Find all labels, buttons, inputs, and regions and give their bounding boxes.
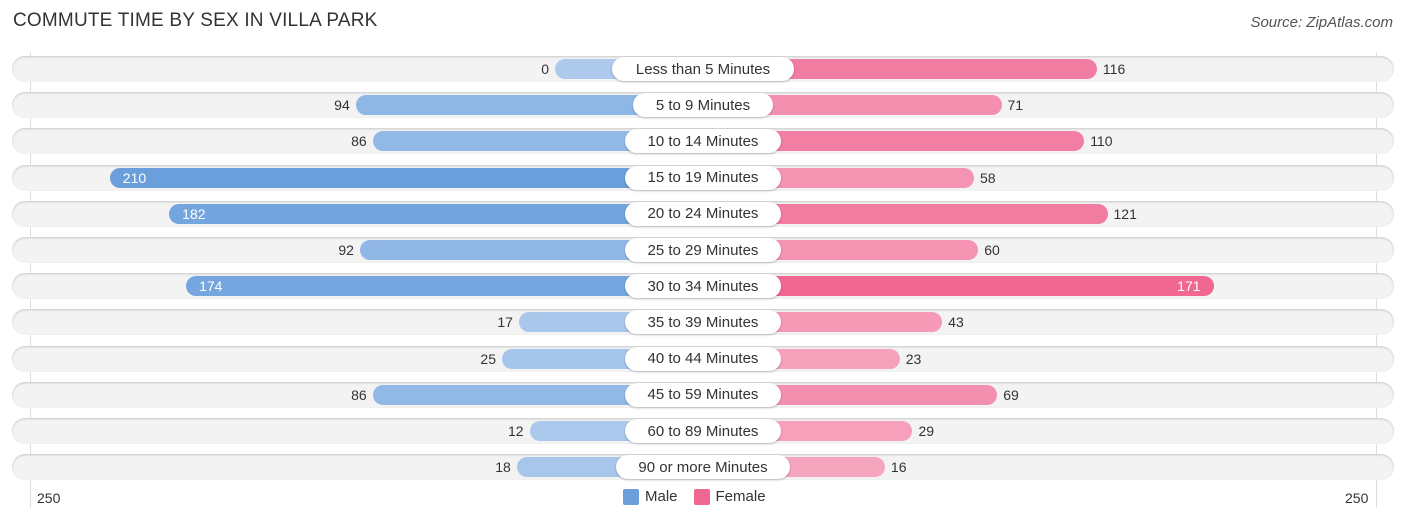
value-label-female: 16 [890, 459, 907, 476]
value-label-female: 60 [984, 242, 1000, 258]
value-label-male: 86 [351, 386, 367, 403]
legend-swatch-female [693, 488, 710, 505]
value-label-male: 17 [497, 314, 513, 331]
category-label: 90 or more Minutes [616, 455, 790, 480]
value-label-female: 110 [1090, 133, 1113, 150]
value-label-male: 86 [351, 133, 367, 150]
category-label: 10 to 14 Minutes [624, 129, 782, 154]
value-label-male: 174 [199, 278, 223, 295]
value-label-male: 12 [507, 423, 524, 439]
value-label-male: 210 [122, 169, 147, 186]
value-label-female: 116 [1102, 61, 1126, 77]
category-label: 25 to 29 Minutes [624, 238, 782, 262]
category-label: 35 to 39 Minutes [624, 310, 782, 335]
value-label-female: 171 [1177, 278, 1201, 295]
legend-swatch-male [623, 488, 639, 505]
value-label-male: 25 [480, 350, 496, 367]
source-label: Source: ZipAtlas.com [1250, 14, 1393, 31]
axis-label-left: 250 [37, 490, 61, 506]
legend-label-female: Female [715, 488, 766, 505]
value-label-female: 69 [1003, 386, 1019, 403]
category-label: 30 to 34 Minutes [624, 274, 782, 299]
value-label-female: 71 [1007, 97, 1024, 114]
category-label: Less than 5 Minutes [612, 57, 794, 81]
value-label-male: 182 [182, 205, 206, 222]
legend-label-male: Male [645, 488, 678, 505]
value-label-male: 92 [338, 242, 354, 258]
value-label-female: 58 [979, 169, 996, 186]
category-label: 60 to 89 Minutes [624, 419, 782, 443]
category-label: 45 to 59 Minutes [624, 382, 782, 407]
chart-title: COMMUTE TIME BY SEX IN VILLA PARK [13, 10, 378, 31]
value-label-female: 29 [918, 423, 935, 439]
legend: Male Female [623, 488, 766, 505]
value-label-female: 23 [905, 350, 922, 367]
value-label-male: 94 [334, 97, 350, 114]
axis-label-right: 250 [1345, 490, 1369, 506]
category-label: 15 to 19 Minutes [624, 165, 782, 190]
value-label-female: 121 [1113, 205, 1137, 222]
value-label-male: 0 [541, 61, 549, 77]
value-label-male: 18 [495, 459, 511, 476]
category-label: 20 to 24 Minutes [624, 201, 782, 226]
bar-male [169, 203, 703, 224]
category-label: 5 to 9 Minutes [632, 93, 774, 118]
value-label-female: 43 [948, 314, 964, 331]
bar-male [109, 167, 703, 188]
category-label: 40 to 44 Minutes [624, 346, 782, 371]
